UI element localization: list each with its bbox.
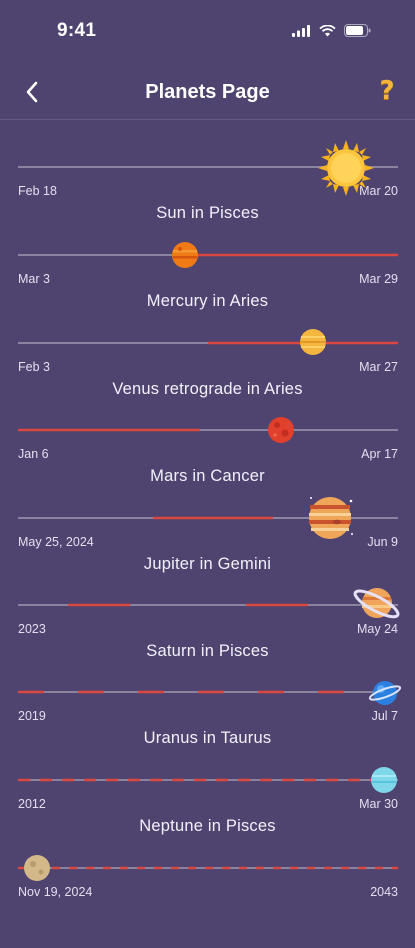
progress-track [18,773,398,787]
start-date: 2019 [18,709,46,723]
transit-title: Mercury in Aries [146,292,269,310]
signal-icon [292,24,310,37]
saturn-icon [353,588,400,619]
question-mark-icon: ? [379,76,395,106]
transit-title: Mars in Cancer [150,467,265,485]
nav-bar: Planets Page ? [0,64,415,120]
battery-icon [344,24,371,37]
transit-title: Saturn in Pisces [146,642,269,660]
status-icons [292,24,371,37]
venus-icon [300,329,326,355]
transit-title: Jupiter in Gemini [143,555,272,573]
start-date: Feb 18 [18,184,57,198]
progress-track [18,248,398,262]
start-date: Mar 3 [18,272,50,286]
start-date: Nov 19, 2024 [18,885,93,899]
mercury-icon [172,242,198,268]
page-title: Planets Page [145,81,270,103]
transit-title: Neptune in Pisces [139,817,276,835]
progress-track [18,423,398,437]
jupiter-icon [309,497,353,539]
help-button[interactable]: ? [373,76,401,106]
transit-row-venus[interactable]: Feb 3 Mar 27 Venus retrograde in Aries [0,329,415,423]
transit-title: Sun in Pisces [156,204,259,222]
end-date: 2043 [370,885,398,899]
transit-row-pluto[interactable]: Nov 19, 2024 2043 [0,855,415,948]
start-date: Jan 6 [18,447,49,461]
start-date: Feb 3 [18,360,50,374]
progress-track [18,598,398,612]
sun-icon [318,140,374,196]
transit-row-neptune[interactable]: 2012 Mar 30 Neptune in Pisces [0,767,415,860]
progress-track [18,685,398,699]
start-date: 2012 [18,797,46,811]
progress-track [18,861,398,875]
transit-row-sun[interactable]: Feb 18 Mar 20 Sun in Pisces [0,140,415,247]
end-date: Jul 7 [371,709,398,723]
end-date: Jun 9 [367,535,398,549]
transit-row-uranus[interactable]: 2019 Jul 7 Uranus in Taurus [0,681,415,772]
neptune-icon [371,767,397,793]
end-date: Mar 29 [359,272,398,286]
end-date: Mar 27 [359,360,398,374]
end-date: Mar 30 [359,797,398,811]
start-date: May 25, 2024 [18,535,94,549]
end-date: Apr 17 [361,447,398,461]
status-time: 9:41 [57,20,97,41]
progress-track [18,336,398,350]
wifi-icon [319,24,336,36]
uranus-icon [368,681,402,705]
transit-row-mercury[interactable]: Mar 3 Mar 29 Mercury in Aries [0,242,415,335]
start-date: 2023 [18,622,46,636]
mars-icon [268,417,294,443]
pluto-icon [24,855,50,881]
status-bar: 9:41 [0,0,415,64]
transit-title: Venus retrograde in Aries [112,380,303,398]
transit-title: Uranus in Taurus [143,729,272,747]
transit-row-saturn[interactable]: 2023 May 24 Saturn in Pisces [0,588,415,685]
